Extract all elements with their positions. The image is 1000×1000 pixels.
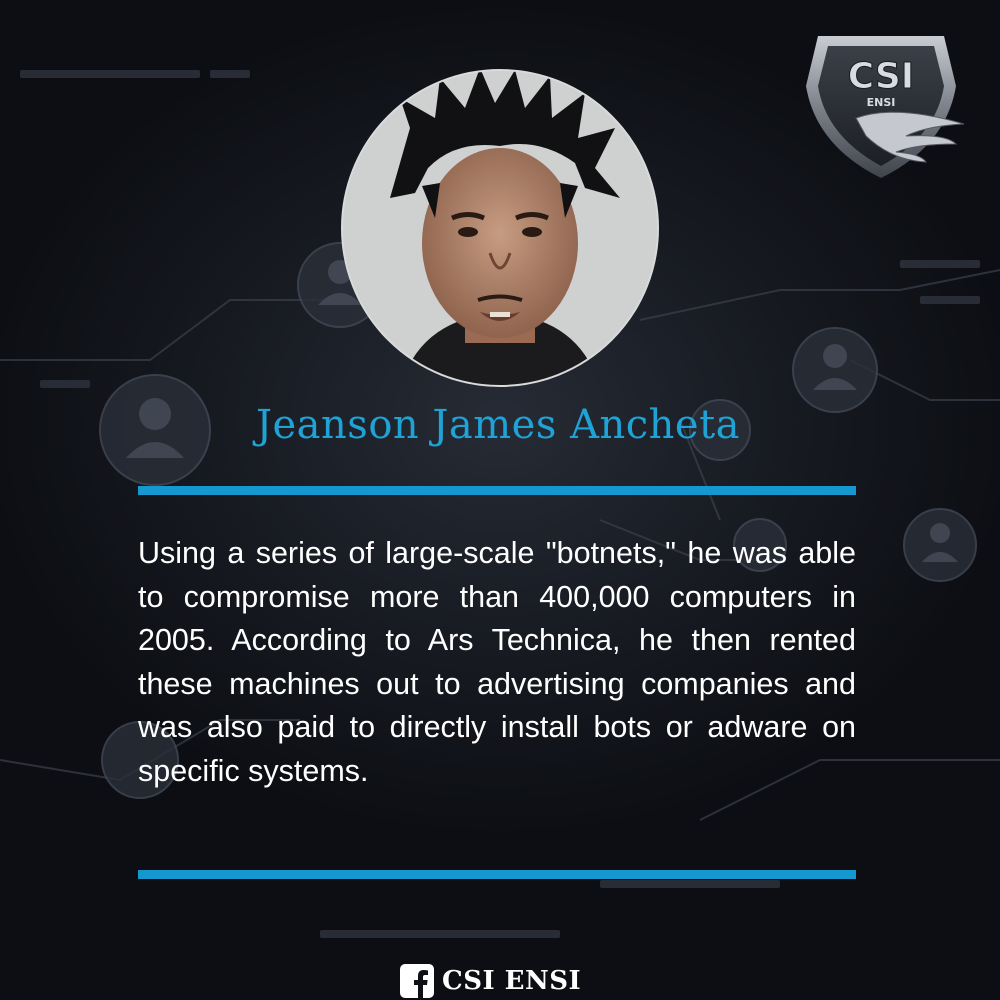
post-canvas: CSI ENSI Jeanson James Ancheta Using a s… bbox=[0, 0, 1000, 1000]
facebook-icon bbox=[400, 964, 434, 998]
footer-label: CSI ENSI bbox=[442, 966, 582, 996]
description-text: Using a series of large-scale "botnets,"… bbox=[138, 536, 856, 788]
bottom-divider bbox=[138, 870, 856, 879]
portrait-photo bbox=[341, 69, 659, 387]
person-name: Jeanson James Ancheta bbox=[255, 402, 741, 448]
footer-page-link[interactable]: CSI ENSI bbox=[400, 962, 581, 1000]
top-divider bbox=[138, 486, 856, 495]
svg-text:CSI: CSI bbox=[848, 56, 914, 97]
svg-text:ENSI: ENSI bbox=[867, 96, 896, 109]
csi-ensi-logo: CSI ENSI bbox=[806, 36, 965, 178]
